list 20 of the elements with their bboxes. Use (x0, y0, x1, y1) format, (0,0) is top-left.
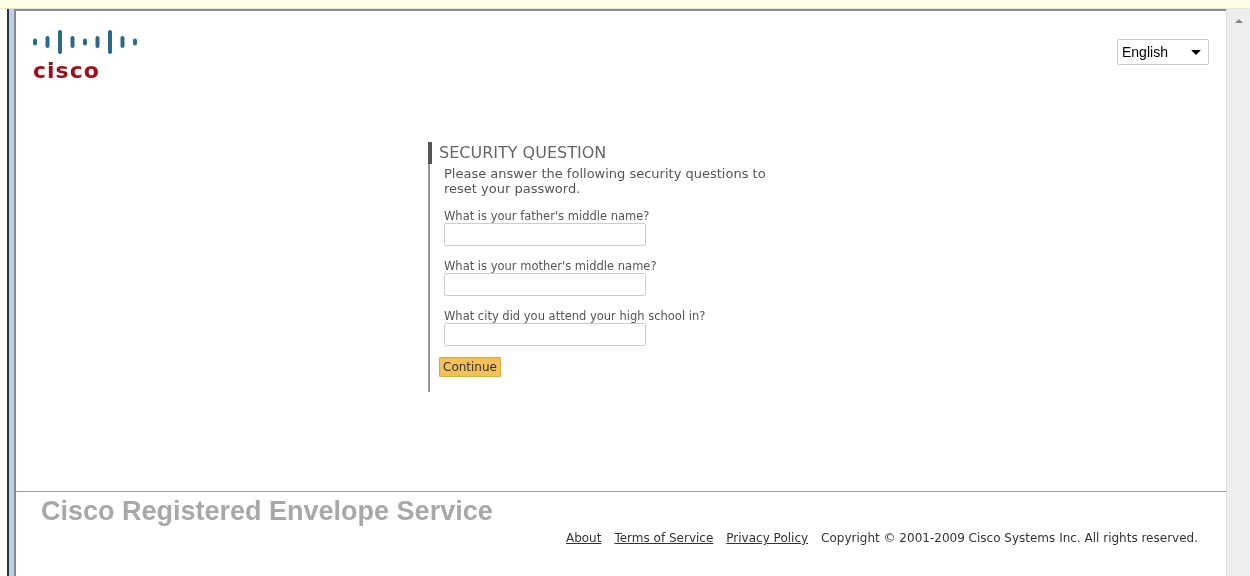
continue-button[interactable]: Continue (439, 357, 501, 377)
copyright-text: Copyright © 2001-2009 Cisco Systems Inc. All rights reserved. (821, 530, 1198, 547)
dropdown-caret-icon (1191, 49, 1201, 55)
answer-field[interactable] (444, 273, 646, 296)
form-title: SECURITY QUESTION (439, 143, 608, 163)
question-label: What city did you attend your high school in? (444, 309, 707, 323)
scroll-up-icon[interactable] (1234, 19, 1243, 23)
intro-text: Please answer the following security questions to reset your password. (444, 166, 767, 196)
footer-link[interactable]: Terms of Service (614, 529, 714, 547)
logo-bars-icon (33, 30, 137, 54)
footer-link[interactable]: Privacy Policy (726, 529, 809, 547)
answer-field[interactable] (444, 223, 646, 246)
service-name: Cisco Registered Envelope Service (41, 496, 494, 526)
answer-field[interactable] (444, 323, 646, 346)
footer-link[interactable]: About (565, 529, 602, 547)
language-select[interactable]: English (1117, 39, 1209, 65)
question-label: What is your mother's middle name? (444, 259, 658, 273)
logo-wordmark: cisco (33, 60, 100, 82)
question-label: What is your father's middle name? (444, 209, 651, 223)
scrollbar[interactable] (1226, 9, 1250, 576)
